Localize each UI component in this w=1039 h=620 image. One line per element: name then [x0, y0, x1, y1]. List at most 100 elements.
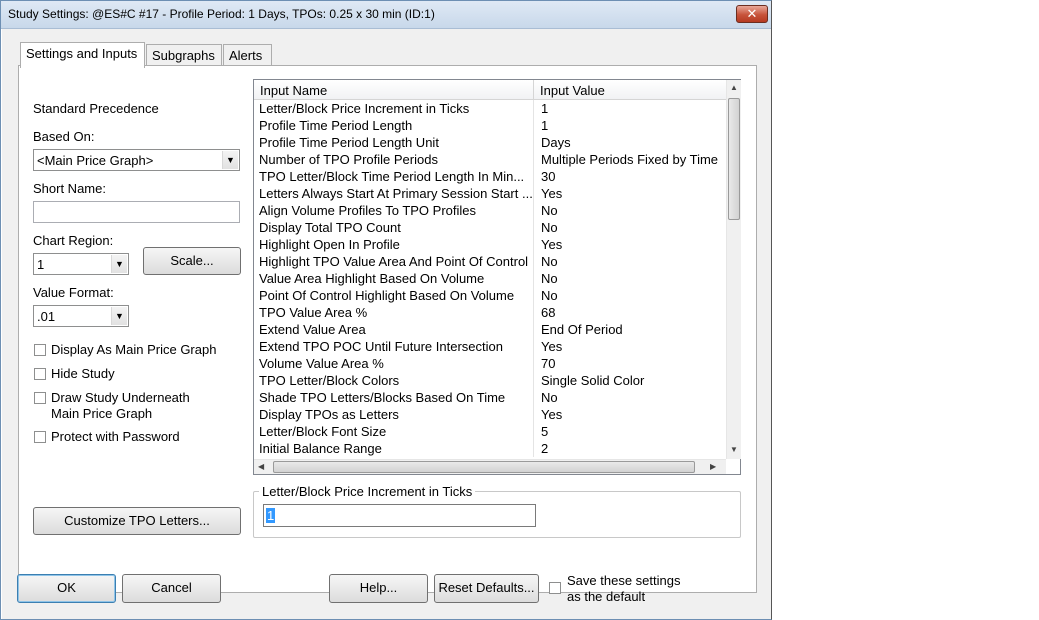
chevron-down-icon[interactable]: ▼: [111, 255, 127, 273]
chevron-down-icon[interactable]: ▼: [222, 151, 238, 169]
input-value-cell[interactable]: End Of Period: [541, 322, 726, 337]
table-row[interactable]: TPO Letter/Block Time Period Length In M…: [254, 168, 726, 185]
cell-separator: [533, 287, 534, 304]
input-value-cell[interactable]: 1: [541, 101, 726, 116]
save-as-default-checkbox[interactable]: [549, 582, 561, 594]
table-row[interactable]: Align Volume Profiles To TPO Profiles No: [254, 202, 726, 219]
scroll-right-icon[interactable]: ▶: [710, 462, 716, 471]
cell-separator: [533, 406, 534, 423]
table-row[interactable]: Initial Balance Range 2: [254, 440, 726, 457]
table-row[interactable]: Point Of Control Highlight Based On Volu…: [254, 287, 726, 304]
input-name-cell: Display TPOs as Letters: [259, 407, 399, 422]
input-value-cell[interactable]: Yes: [541, 186, 726, 201]
based-on-select[interactable]: <Main Price Graph> ▼: [33, 149, 240, 171]
input-name-cell: Align Volume Profiles To TPO Profiles: [259, 203, 477, 218]
value-format-label: Value Format:: [33, 285, 114, 300]
panel-content: Standard Precedence Based On: <Main Pric…: [0, 0, 772, 620]
scroll-up-icon[interactable]: ▲: [730, 83, 738, 92]
input-name-cell: Profile Time Period Length: [259, 118, 413, 133]
display-as-main-price-graph-checkbox[interactable]: [34, 344, 46, 356]
chevron-down-icon[interactable]: ▼: [111, 307, 127, 325]
input-value-cell[interactable]: No: [541, 271, 726, 286]
input-value-cell[interactable]: No: [541, 254, 726, 269]
cell-separator: [533, 202, 534, 219]
input-value-cell[interactable]: Yes: [541, 407, 726, 422]
reset-defaults-button[interactable]: Reset Defaults...: [434, 574, 539, 603]
input-value-cell[interactable]: Single Solid Color: [541, 373, 726, 388]
horizontal-scrollbar[interactable]: ◀ ▶: [254, 459, 726, 474]
chart-region-select[interactable]: 1 ▼: [33, 253, 129, 275]
hide-study-checkbox[interactable]: [34, 368, 46, 380]
cancel-button-label: Cancel: [151, 580, 192, 595]
table-row[interactable]: Shade TPO Letters/Blocks Based On Time No: [254, 389, 726, 406]
table-row[interactable]: TPO Value Area % 68: [254, 304, 726, 321]
cell-separator: [533, 134, 534, 151]
value-format-select[interactable]: .01 ▼: [33, 305, 129, 327]
input-value-cell[interactable]: No: [541, 390, 726, 405]
ok-button[interactable]: OK: [17, 574, 116, 603]
scroll-left-icon[interactable]: ◀: [258, 462, 264, 471]
short-name-input[interactable]: [33, 201, 240, 223]
table-row[interactable]: Display Total TPO Count No: [254, 219, 726, 236]
cancel-button[interactable]: Cancel: [122, 574, 221, 603]
input-name-cell: Letter/Block Price Increment in Ticks: [259, 101, 470, 116]
table-row[interactable]: Volume Value Area % 70: [254, 355, 726, 372]
table-row[interactable]: Extend TPO POC Until Future Intersection…: [254, 338, 726, 355]
save-as-default-label-line1: Save these settings: [567, 573, 681, 588]
input-value-cell[interactable]: No: [541, 288, 726, 303]
input-name-cell: TPO Letter/Block Time Period Length In M…: [259, 169, 525, 184]
grid-header: Input Name Input Value: [254, 80, 726, 100]
inputs-grid[interactable]: Input Name Input Value Letter/Block Pric…: [253, 79, 741, 475]
table-row[interactable]: Display TPOs as Letters Yes: [254, 406, 726, 423]
draw-study-underneath-checkbox[interactable]: [34, 392, 46, 404]
column-header-input-name[interactable]: Input Name: [260, 83, 327, 98]
table-row[interactable]: Letter/Block Font Size 5: [254, 423, 726, 440]
grid-rows: Letter/Block Price Increment in Ticks 1 Pr…: [254, 100, 726, 457]
cell-separator: [533, 304, 534, 321]
cell-separator: [533, 270, 534, 287]
table-row[interactable]: TPO Letter/Block Colors Single Solid Colo…: [254, 372, 726, 389]
input-name-cell: Profile Time Period Length Unit: [259, 135, 439, 150]
input-value-cell[interactable]: Yes: [541, 339, 726, 354]
input-name-cell: Letters Always Start At Primary Session …: [259, 186, 533, 201]
table-row[interactable]: Number of TPO Profile Periods Multiple Pe…: [254, 151, 726, 168]
horizontal-scroll-thumb[interactable]: [273, 461, 695, 473]
cell-separator: [533, 236, 534, 253]
protect-with-password-checkbox[interactable]: [34, 431, 46, 443]
vertical-scroll-thumb[interactable]: [728, 98, 740, 220]
save-as-default-label-line2: as the default: [567, 589, 646, 604]
input-value-cell[interactable]: 70: [541, 356, 726, 371]
table-row[interactable]: Profile Time Period Length 1: [254, 117, 726, 134]
input-value-cell[interactable]: Days: [541, 135, 726, 150]
input-value-cell[interactable]: No: [541, 220, 726, 235]
input-name-cell: Letter/Block Font Size: [259, 424, 387, 439]
input-value-cell[interactable]: 30: [541, 169, 726, 184]
vertical-scrollbar[interactable]: ▲ ▼: [726, 80, 741, 459]
input-name-cell: Highlight TPO Value Area And Point Of Co…: [259, 254, 529, 269]
cell-separator: [533, 219, 534, 236]
table-row[interactable]: Letters Always Start At Primary Session …: [254, 185, 726, 202]
customize-tpo-letters-button[interactable]: Customize TPO Letters...: [33, 507, 241, 535]
table-row[interactable]: Highlight TPO Value Area And Point Of Co…: [254, 253, 726, 270]
cell-separator: [533, 338, 534, 355]
table-row[interactable]: Profile Time Period Length Unit Days: [254, 134, 726, 151]
help-button[interactable]: Help...: [329, 574, 428, 603]
input-value-cell[interactable]: 1: [541, 118, 726, 133]
input-value-cell[interactable]: 5: [541, 424, 726, 439]
input-name-cell: Initial Balance Range: [259, 441, 382, 456]
table-row[interactable]: Letter/Block Price Increment in Ticks 1: [254, 100, 726, 117]
input-value-cell[interactable]: 2: [541, 441, 726, 456]
table-row[interactable]: Value Area Highlight Based On Volume No: [254, 270, 726, 287]
input-value-cell[interactable]: 68: [541, 305, 726, 320]
scale-button[interactable]: Scale...: [143, 247, 241, 275]
table-row[interactable]: Highlight Open In Profile Yes: [254, 236, 726, 253]
input-value-field[interactable]: 1: [263, 504, 536, 527]
input-value-cell[interactable]: Yes: [541, 237, 726, 252]
table-row[interactable]: Extend Value Area End Of Period: [254, 321, 726, 338]
column-header-input-value[interactable]: Input Value: [540, 83, 605, 98]
input-value-cell[interactable]: Multiple Periods Fixed by Time: [541, 152, 726, 167]
scroll-down-icon[interactable]: ▼: [730, 445, 738, 454]
input-name-cell: TPO Value Area %: [259, 305, 368, 320]
input-value-cell[interactable]: No: [541, 203, 726, 218]
scale-button-label: Scale...: [170, 253, 214, 268]
